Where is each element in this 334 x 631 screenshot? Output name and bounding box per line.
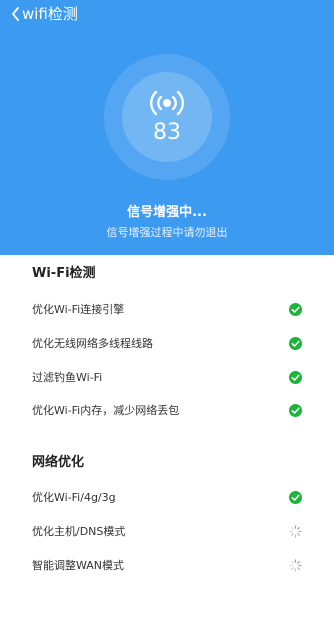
wifi-signal-icon (150, 90, 184, 116)
check-circle-icon (289, 337, 302, 350)
section-title-wifi-check: Wi-Fi检测 (32, 266, 96, 281)
list-item-label: 优化主机/DNS模式 (32, 525, 126, 538)
list-item: 优化Wi-Fi内存，减少网络丢包 (0, 401, 334, 421)
list-item-label: 优化Wi-Fi连接引擎 (32, 303, 125, 316)
progress-value: 83 (153, 120, 181, 145)
hero-panel: wifi检测 83 信号增强中... 信号增强过程中请勿退出 (0, 0, 334, 255)
list-item: 优化Wi-Fi连接引擎 (0, 300, 334, 320)
list-item-label: 优化Wi-Fi内存，减少网络丢包 (32, 404, 180, 417)
status-title: 信号增强中... (127, 205, 207, 220)
list-item: 智能调整WAN模式 (0, 556, 334, 576)
spinner-icon (289, 525, 302, 538)
list-item-label: 优化Wi-Fi/4g/3g (32, 491, 116, 504)
list-item: 优化无线网络多线程线路 (0, 334, 334, 354)
check-circle-icon (289, 404, 302, 417)
section-title-network-optimize: 网络优化 (32, 455, 85, 470)
list-item-label: 过滤钓鱼Wi-Fi (32, 371, 103, 384)
check-circle-icon (289, 303, 302, 316)
list-item: 过滤钓鱼Wi-Fi (0, 368, 334, 388)
page-title: wifi检测 (22, 5, 78, 23)
chevron-left-icon[interactable] (9, 5, 23, 23)
list-item-label: 智能调整WAN模式 (32, 559, 125, 572)
top-bar: wifi检测 (0, 0, 334, 30)
check-circle-icon (289, 371, 302, 384)
list-item-label: 优化无线网络多线程线路 (32, 337, 153, 350)
status-subtitle: 信号增强过程中请勿退出 (106, 226, 228, 239)
list-item: 优化Wi-Fi/4g/3g (0, 488, 334, 508)
spinner-icon (289, 559, 302, 572)
list-item: 优化主机/DNS模式 (0, 522, 334, 542)
check-circle-icon (289, 491, 302, 504)
